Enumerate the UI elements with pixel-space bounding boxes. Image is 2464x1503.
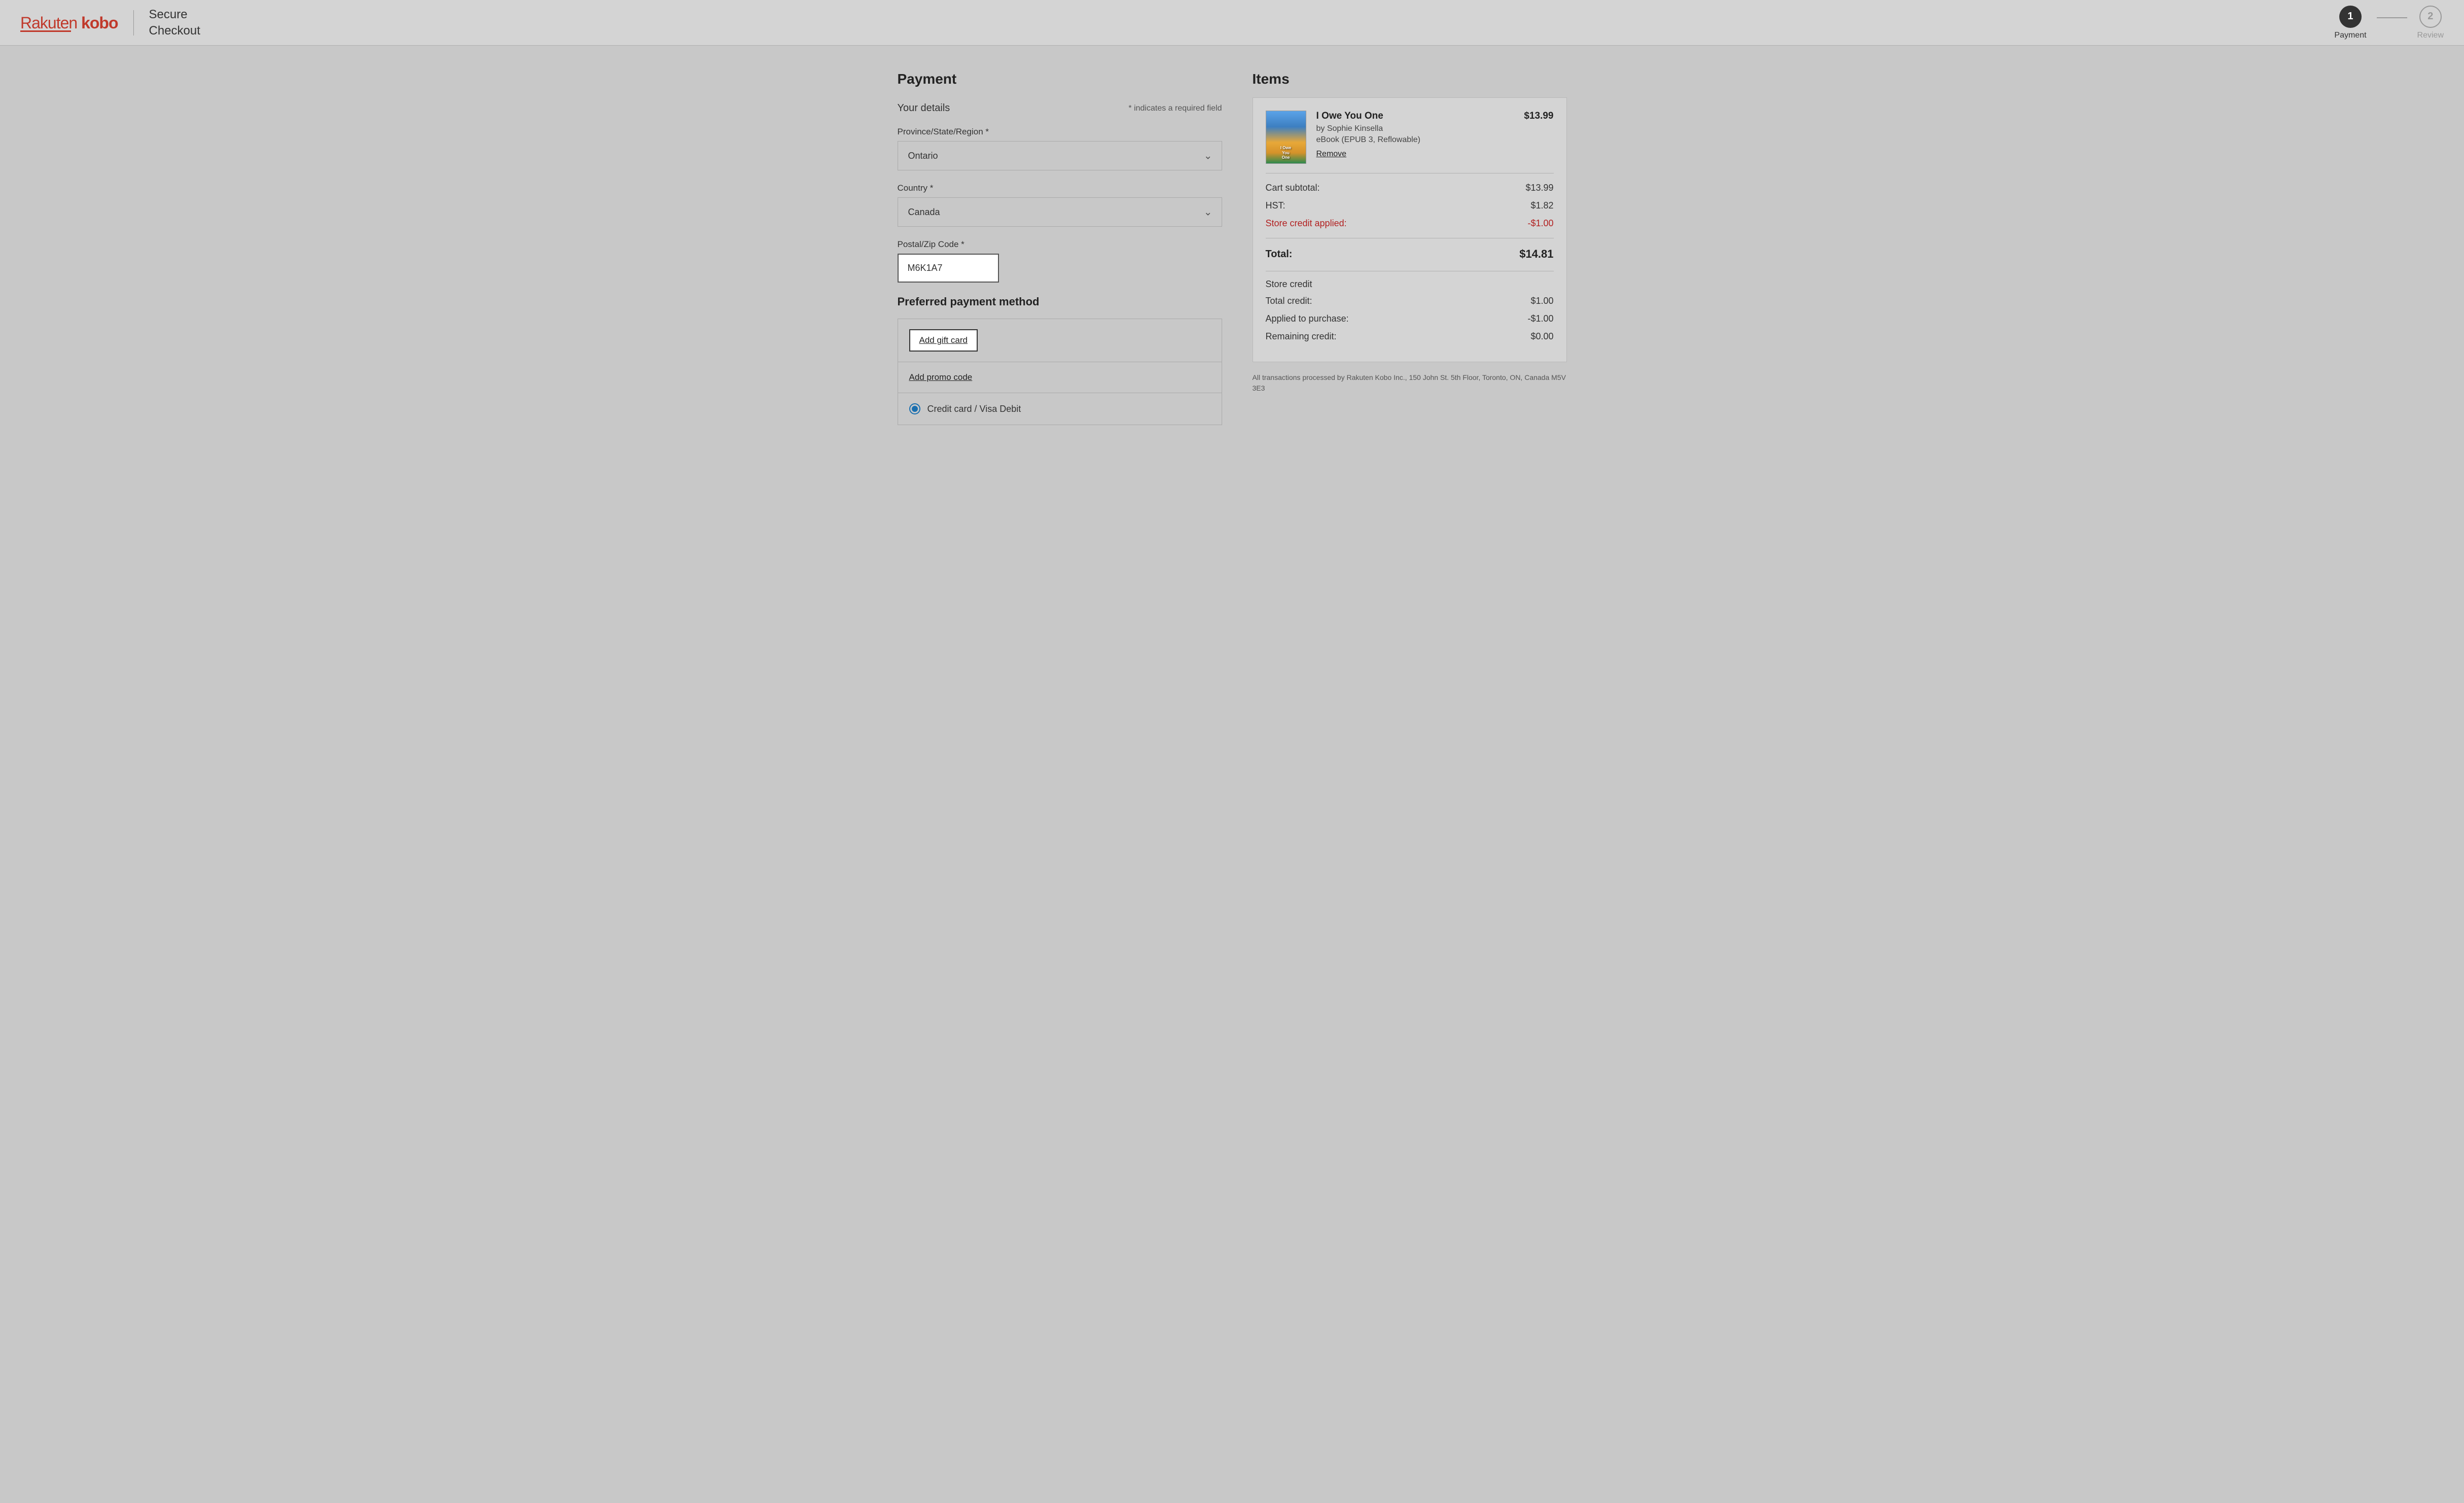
- book-cover-image: I OweYouOne: [1266, 111, 1306, 164]
- book-item-row: I OweYouOne I Owe You One by Sophie Kins…: [1266, 111, 1554, 164]
- step-review: 2 Review: [2417, 6, 2444, 40]
- country-field-group: Country * Canada United States United Ki…: [898, 183, 1222, 227]
- step2-circle: 2: [2419, 6, 2442, 28]
- store-credit-section-title: Store credit: [1266, 279, 1554, 290]
- store-credit-section: Store credit Total credit: $1.00 Applied…: [1266, 271, 1554, 342]
- applied-to-purchase-value: -$1.00: [1527, 313, 1553, 324]
- postal-label: Postal/Zip Code *: [898, 239, 1222, 250]
- your-details-header: Your details * indicates a required fiel…: [898, 102, 1222, 114]
- item-price: $13.99: [1524, 111, 1553, 122]
- checkout-steps: 1 Payment 2 Review: [2334, 6, 2444, 40]
- promo-code-box: Add promo code: [898, 362, 1222, 393]
- country-label: Country *: [898, 183, 1222, 193]
- total-label: Total:: [1266, 249, 1293, 260]
- footer-note: All transactions processed by Rakuten Ko…: [1253, 372, 1567, 394]
- province-label: Province/State/Region *: [898, 127, 1222, 137]
- step-payment: 1 Payment: [2334, 6, 2366, 40]
- step1-label: Payment: [2334, 31, 2366, 40]
- total-credit-label: Total credit:: [1266, 296, 1312, 306]
- cart-subtotal-label: Cart subtotal:: [1266, 183, 1320, 193]
- payment-method-title: Preferred payment method: [898, 295, 1222, 308]
- total-credit-row: Total credit: $1.00: [1266, 296, 1554, 306]
- credit-card-label: Credit card / Visa Debit: [927, 404, 1021, 414]
- item-format: eBook (EPUB 3, Reflowable): [1316, 135, 1514, 145]
- main-content: Payment Your details * indicates a requi…: [877, 46, 1587, 450]
- cart-subtotal-value: $13.99: [1525, 183, 1553, 193]
- postal-input[interactable]: [898, 254, 999, 283]
- credit-card-row[interactable]: Credit card / Visa Debit: [898, 393, 1222, 425]
- applied-to-purchase-label: Applied to purchase:: [1266, 313, 1349, 324]
- total-value: $14.81: [1519, 248, 1553, 261]
- add-promo-code-button[interactable]: Add promo code: [909, 372, 973, 382]
- hst-row: HST: $1.82: [1266, 200, 1554, 211]
- province-select-wrapper[interactable]: Ontario British Columbia Alberta Quebec …: [898, 141, 1222, 170]
- remaining-credit-value: $0.00: [1530, 331, 1553, 342]
- logo[interactable]: Rakuten kobo: [20, 14, 118, 32]
- province-field-group: Province/State/Region * Ontario British …: [898, 127, 1222, 170]
- total-credit-value: $1.00: [1530, 296, 1553, 306]
- province-select[interactable]: Ontario British Columbia Alberta Quebec: [898, 142, 1222, 170]
- logo-text: Rakuten kobo: [20, 14, 118, 32]
- step2-label: Review: [2417, 31, 2444, 40]
- your-details-label: Your details: [898, 102, 950, 114]
- items-box: I OweYouOne I Owe You One by Sophie Kins…: [1253, 97, 1567, 362]
- left-panel: Payment Your details * indicates a requi…: [898, 71, 1253, 425]
- checkout-title: SecureCheckout: [149, 7, 200, 38]
- store-credit-applied-row: Store credit applied: -$1.00: [1266, 218, 1554, 229]
- item-details: I Owe You One by Sophie Kinsella eBook (…: [1316, 111, 1514, 159]
- step-connector: [2377, 17, 2407, 18]
- postal-field-group: Postal/Zip Code *: [898, 239, 1222, 283]
- site-header: Rakuten kobo SecureCheckout 1 Payment 2 …: [0, 0, 2464, 46]
- item-author: by Sophie Kinsella: [1316, 124, 1514, 133]
- remaining-credit-row: Remaining credit: $0.00: [1266, 331, 1554, 342]
- country-select-wrapper[interactable]: Canada United States United Kingdom ⌄: [898, 197, 1222, 227]
- total-row: Total: $14.81: [1266, 248, 1554, 261]
- credit-card-radio[interactable]: [909, 403, 920, 414]
- step1-circle: 1: [2339, 6, 2362, 28]
- hst-value: $1.82: [1530, 200, 1553, 211]
- add-gift-card-button[interactable]: Add gift card: [909, 329, 978, 352]
- applied-to-purchase-row: Applied to purchase: -$1.00: [1266, 313, 1554, 324]
- store-credit-applied-value: -$1.00: [1527, 218, 1553, 229]
- country-select[interactable]: Canada United States United Kingdom: [898, 198, 1222, 226]
- hst-label: HST:: [1266, 200, 1285, 211]
- right-panel: Items I OweYouOne I Owe You One by Sophi…: [1253, 71, 1567, 425]
- required-note: * indicates a required field: [1128, 104, 1222, 113]
- items-title: Items: [1253, 71, 1567, 87]
- remaining-credit-label: Remaining credit:: [1266, 331, 1337, 342]
- cart-subtotal-row: Cart subtotal: $13.99: [1266, 183, 1554, 193]
- remove-item-button[interactable]: Remove: [1316, 150, 1347, 159]
- item-title: I Owe You One: [1316, 111, 1514, 122]
- radio-inner: [912, 406, 918, 412]
- store-credit-applied-label: Store credit applied:: [1266, 218, 1347, 229]
- gift-card-box: Add gift card: [898, 319, 1222, 362]
- payment-title: Payment: [898, 71, 1222, 87]
- header-divider: [133, 10, 134, 36]
